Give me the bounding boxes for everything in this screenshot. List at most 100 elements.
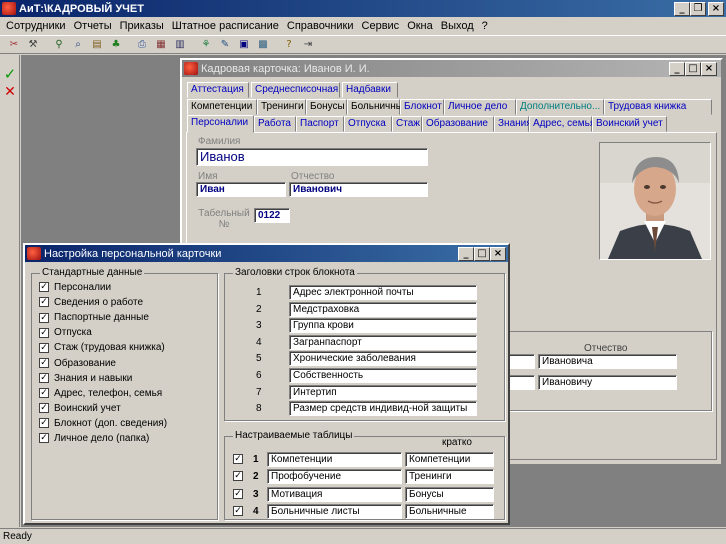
table-full-name-field[interactable]: Профобучение — [267, 469, 402, 485]
grid-icon[interactable]: ▦ — [153, 37, 169, 52]
restore-icon[interactable]: ❐ — [690, 2, 706, 16]
scissors-icon[interactable]: ✂ — [6, 37, 22, 52]
tab-tabs_row1-1[interactable]: Среднесписочная — [251, 82, 340, 98]
patronymic-genitive-field[interactable]: Ивановича — [538, 354, 677, 369]
tab-tabs_row2-6[interactable]: Дополнительно... — [516, 99, 604, 115]
checkbox-checked[interactable]: ✓ — [39, 312, 49, 323]
standard-item[interactable]: ✓ Стаж (трудовая книжка) — [39, 341, 165, 355]
notebook-row-field[interactable]: Собственность — [289, 368, 477, 383]
dialog-maximize-icon[interactable]: □ — [474, 247, 490, 261]
table-full-name-field[interactable]: Мотивация — [267, 486, 402, 502]
table-checkbox[interactable]: ✓ — [233, 471, 243, 482]
tab-tabs_row3-6[interactable]: Знания — [494, 116, 532, 132]
checkbox-checked[interactable]: ✓ — [39, 282, 49, 293]
tab-tabs_row3-4[interactable]: Стаж — [392, 116, 422, 132]
table-short-name-field[interactable]: Тренинги — [405, 469, 494, 485]
standard-item[interactable]: ✓ Персоналии — [39, 281, 111, 295]
table-short-name-field[interactable]: Больничные — [405, 503, 494, 519]
menu-item-4[interactable]: Справочники — [283, 18, 358, 34]
checkbox-checked[interactable]: ✓ — [39, 357, 49, 368]
standard-item[interactable]: ✓ Адрес, телефон, семья — [39, 387, 162, 401]
standard-item[interactable]: ✓ Образование — [39, 357, 116, 371]
patronymic-field[interactable]: Иванович — [289, 182, 428, 197]
checkbox-checked[interactable]: ✓ — [39, 327, 49, 338]
menu-item-0[interactable]: Сотрудники — [2, 18, 70, 34]
list-icon[interactable]: ▣ — [236, 37, 252, 52]
funnel-icon[interactable]: ⚘ — [198, 37, 214, 52]
tools-icon[interactable]: ⚒ — [25, 37, 41, 52]
table-short-name-field[interactable]: Компетенции — [405, 452, 494, 467]
table-icon[interactable]: ▥ — [172, 37, 188, 52]
standard-item[interactable]: ✓ Блокнот (доп. сведения) — [39, 417, 167, 431]
save-icon[interactable]: ▩ — [255, 37, 271, 52]
surname-field[interactable]: Иванов — [196, 148, 428, 166]
dialog-close-icon[interactable]: × — [490, 247, 506, 261]
tab-tabs_row3-3[interactable]: Отпуска — [344, 116, 392, 132]
menu-item-7[interactable]: Выход — [437, 18, 478, 34]
edit-icon[interactable]: ✎ — [217, 37, 233, 52]
tab-tabs_row3-2[interactable]: Паспорт — [296, 116, 344, 132]
notebook-row-field[interactable]: Интертип — [289, 384, 477, 400]
tab-tabs_row2-7[interactable]: Трудовая книжка — [604, 99, 712, 115]
find-icon[interactable]: ⌕ — [70, 37, 86, 52]
tab-tabs_row2-0[interactable]: Компетенции — [187, 99, 257, 115]
notebook-row-field[interactable]: Адрес электронной почты — [289, 285, 477, 300]
clipboard-icon[interactable]: ▤ — [89, 37, 105, 52]
tabnum-field[interactable]: 0122 — [254, 208, 290, 223]
tab-tabs_row2-5[interactable]: Личное дело — [444, 99, 516, 115]
card-close-icon[interactable]: × — [701, 62, 717, 76]
menu-item-2[interactable]: Приказы — [116, 18, 168, 34]
minimize-icon[interactable]: _ — [674, 2, 690, 16]
tab-tabs_row3-7[interactable]: Адрес, семья — [529, 116, 595, 132]
notebook-row-field[interactable]: Загранпаспорт — [289, 334, 477, 350]
tab-tabs_row1-2[interactable]: Надбавки — [342, 82, 398, 98]
declension-field-left-1[interactable] — [508, 354, 535, 369]
notebook-row-field[interactable]: Медстраховка — [289, 301, 477, 317]
checkbox-checked[interactable]: ✓ — [39, 372, 49, 383]
tab-tabs_row3-5[interactable]: Образование — [422, 116, 494, 132]
checkbox-checked[interactable]: ✓ — [39, 297, 49, 308]
dialog-minimize-icon[interactable]: _ — [458, 247, 474, 261]
table-short-name-field[interactable]: Бонусы — [405, 486, 494, 502]
tab-tabs_row2-3[interactable]: Больничные — [347, 99, 409, 115]
menu-item-1[interactable]: Отчеты — [70, 18, 116, 34]
menu-item-5[interactable]: Сервис — [358, 18, 404, 34]
standard-item[interactable]: ✓ Личное дело (папка) — [39, 432, 149, 446]
table-full-name-field[interactable]: Компетенции — [267, 452, 402, 467]
notebook-row-field[interactable]: Группа крови — [289, 318, 477, 334]
table-checkbox[interactable]: ✓ — [233, 505, 243, 516]
tab-tabs_row3-0[interactable]: Персоналии — [187, 115, 254, 133]
standard-item[interactable]: ✓ Воинский учет — [39, 402, 121, 416]
tab-tabs_row2-1[interactable]: Тренинги — [257, 99, 306, 115]
card-minimize-icon[interactable]: _ — [669, 62, 685, 76]
standard-item[interactable]: ✓ Отпуска — [39, 326, 92, 340]
checkbox-checked[interactable]: ✓ — [39, 388, 49, 399]
binoculars-icon[interactable]: ⚲ — [51, 37, 67, 52]
checkbox-checked[interactable]: ✓ — [39, 403, 49, 414]
declension-field-left-2[interactable] — [508, 375, 535, 390]
tab-tabs_row3-8[interactable]: Воинский учет — [592, 116, 667, 132]
patronymic-dative-field[interactable]: Ивановичу — [538, 375, 677, 390]
close-icon[interactable]: × — [708, 2, 724, 16]
card-maximize-icon[interactable]: □ — [685, 62, 701, 76]
checkbox-checked[interactable]: ✓ — [39, 342, 49, 353]
checkbox-checked[interactable]: ✓ — [39, 433, 49, 444]
standard-item[interactable]: ✓ Знания и навыки — [39, 372, 132, 386]
table-checkbox[interactable]: ✓ — [233, 454, 243, 464]
checkbox-checked[interactable]: ✓ — [39, 418, 49, 429]
menu-item-6[interactable]: Окна — [403, 18, 437, 34]
menu-item-8[interactable]: ? — [478, 18, 492, 34]
notebook-row-field[interactable]: Размер средств индивид-ной защиты — [289, 401, 477, 417]
tab-tabs_row3-1[interactable]: Работа — [254, 116, 296, 132]
tab-tabs_row1-0[interactable]: Аттестация — [187, 82, 249, 98]
standard-item[interactable]: ✓ Сведения о работе — [39, 296, 143, 310]
standard-item[interactable]: ✓ Паспортные данные — [39, 311, 149, 325]
exit-icon[interactable]: ⇥ — [300, 37, 316, 52]
tab-tabs_row2-2[interactable]: Бонусы — [306, 99, 347, 115]
help-icon[interactable]: ? — [281, 37, 297, 52]
table-full-name-field[interactable]: Больничные листы — [267, 503, 402, 519]
notebook-row-field[interactable]: Хронические заболевания — [289, 351, 477, 367]
tree-icon[interactable]: ♣ — [108, 37, 124, 52]
name-field[interactable]: Иван — [196, 182, 286, 197]
menu-item-3[interactable]: Штатное расписание — [168, 18, 283, 34]
